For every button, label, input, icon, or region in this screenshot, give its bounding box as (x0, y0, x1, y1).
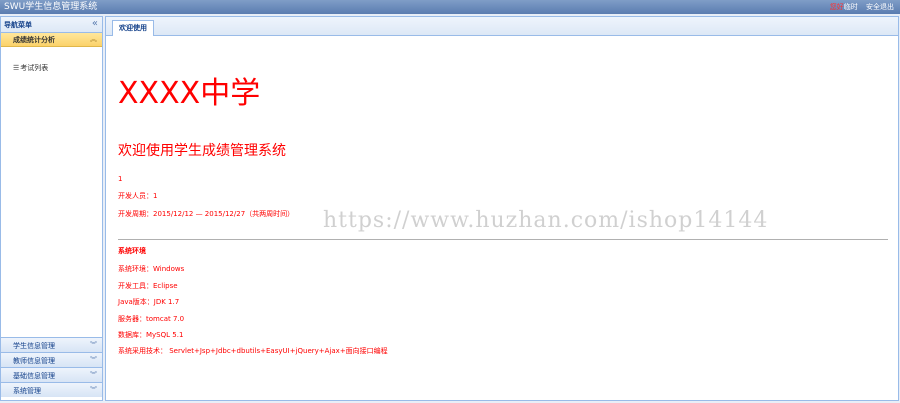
chevron-down-icon: ︾ (90, 356, 97, 364)
accordion-panel-score-analysis[interactable]: 成绩统计分析 ︽ (1, 33, 102, 47)
tab-bar: 欢迎使用 (106, 17, 898, 36)
sidebar-header: 导航菜单 « (1, 17, 102, 33)
env-line: Java版本：JDK 1.7 (118, 298, 180, 306)
collapse-sidebar-icon[interactable]: « (92, 18, 98, 30)
tab-welcome[interactable]: 欢迎使用 (112, 20, 154, 36)
school-name: XXXX中学 (118, 76, 261, 111)
chevron-up-icon: ︽ (90, 35, 97, 43)
accordion-panel-label: 学生信息管理 (13, 342, 55, 350)
env-title: 系统环境 (118, 247, 146, 255)
accordion-panel-student-info[interactable]: 学生信息管理 ︾ (1, 337, 102, 352)
welcome-text: 您好 (829, 3, 844, 11)
user-name: 临时 (843, 3, 858, 11)
env-line: 数据库：MySQL 5.1 (118, 331, 184, 339)
watermark: https://www.huzhan.com/ishop14144 (323, 208, 769, 233)
top-bar: SWU学生信息管理系统 您好临时 安全退出 (0, 0, 900, 14)
welcome-content: XXXX中学 欢迎使用学生成绩管理系统 1 开发人员：1 开发周期：2015/1… (118, 36, 888, 400)
accordion-panel-label: 成绩统计分析 (13, 36, 55, 44)
chevron-down-icon: ︾ (90, 371, 97, 379)
list-icon: ☰ (13, 64, 20, 72)
logout-link[interactable]: 安全退出 (866, 3, 894, 11)
accordion-panel-label: 教师信息管理 (13, 357, 55, 365)
sidebar-item-exam-list[interactable]: ☰考试列表 (13, 63, 48, 73)
sidebar: 导航菜单 « 成绩统计分析 ︽ ☰考试列表 学生信息管理 ︾ 教师信息管理 ︾ … (0, 16, 103, 401)
env-line: 系统环境：Windows (118, 265, 185, 273)
app-title: SWU学生信息管理系统 (4, 2, 98, 12)
env-line: 系统采用技术： Servlet+Jsp+Jdbc+dbutils+EasyUI+… (118, 347, 388, 355)
chevron-down-icon: ︾ (90, 341, 97, 349)
intro-line: 开发人员：1 (118, 192, 158, 200)
accordion-panel-system[interactable]: 系统管理 ︾ (1, 382, 102, 397)
sidebar-item-label: 考试列表 (20, 64, 49, 72)
welcome-heading: 欢迎使用学生成绩管理系统 (118, 143, 286, 159)
user-area: 您好临时 安全退出 (830, 2, 894, 12)
accordion-panel-teacher-info[interactable]: 教师信息管理 ︾ (1, 352, 102, 367)
accordion-panel-basic-info[interactable]: 基础信息管理 ︾ (1, 367, 102, 382)
env-line: 服务器：tomcat 7.0 (118, 315, 185, 323)
chevron-down-icon: ︾ (90, 386, 97, 394)
intro-line: 1 (118, 175, 123, 183)
accordion-panel-label: 系统管理 (13, 387, 41, 395)
main-area: 欢迎使用 XXXX中学 欢迎使用学生成绩管理系统 1 开发人员：1 开发周期：2… (105, 16, 899, 401)
accordion-panel-label: 基础信息管理 (13, 372, 55, 380)
env-line: 开发工具：Eclipse (118, 282, 178, 290)
divider (118, 239, 888, 240)
intro-line: 开发周期：2015/12/12 — 2015/12/27（共两周时间） (118, 210, 295, 218)
sidebar-header-title: 导航菜单 (4, 21, 32, 29)
